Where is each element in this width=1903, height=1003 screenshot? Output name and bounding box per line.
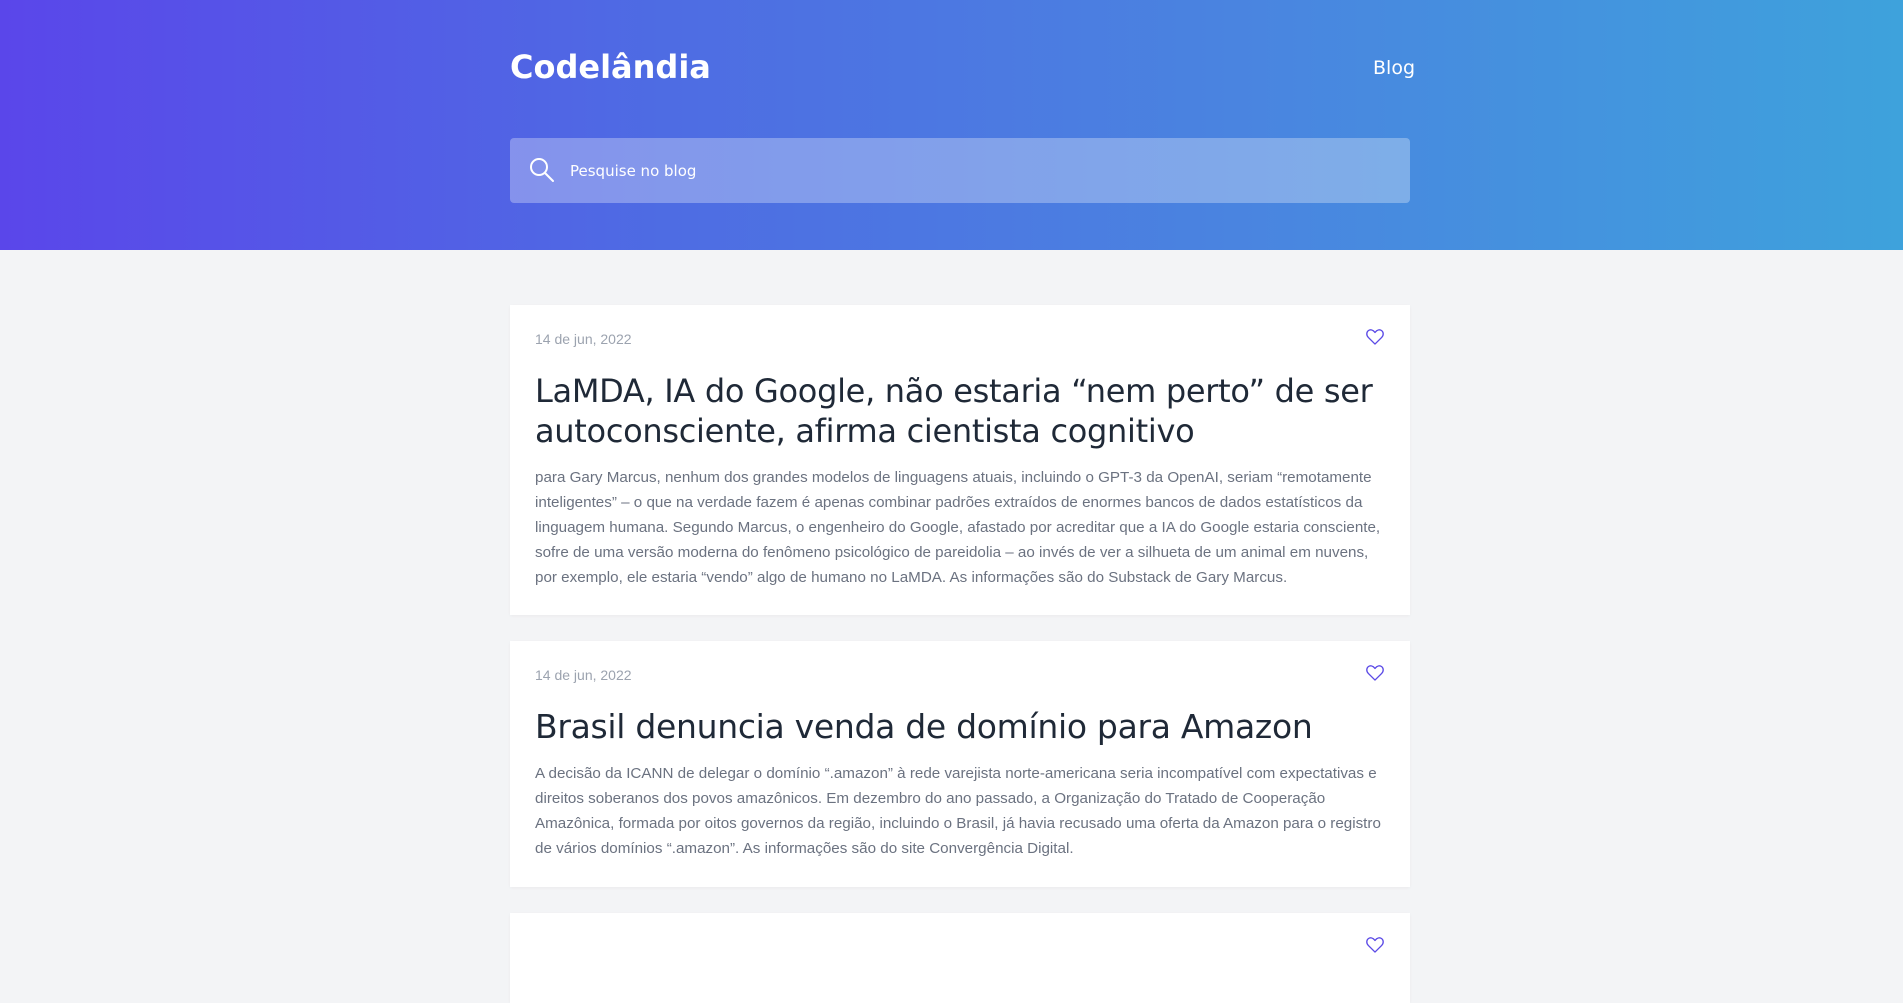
site-header: Codelândia Blog xyxy=(0,0,1903,250)
post-title[interactable]: Brasil denuncia venda de domínio para Am… xyxy=(535,707,1385,747)
post-card[interactable] xyxy=(510,913,1410,1003)
post-card[interactable]: 14 de jun, 2022 LaMDA, IA do Google, não… xyxy=(510,305,1410,615)
heart-outline-icon[interactable] xyxy=(1365,935,1385,955)
post-card[interactable]: 14 de jun, 2022 Brasil denuncia venda de… xyxy=(510,641,1410,887)
search-input[interactable] xyxy=(570,138,1390,203)
post-date: 14 de jun, 2022 xyxy=(535,667,632,683)
site-logo[interactable]: Codelândia xyxy=(510,48,711,86)
post-excerpt: para Gary Marcus, nenhum dos grandes mod… xyxy=(535,469,1381,586)
post-excerpt: A decisão da ICANN de delegar o domínio … xyxy=(535,765,1381,857)
nav-blog-link[interactable]: Blog xyxy=(1373,57,1415,79)
heart-outline-icon[interactable] xyxy=(1365,327,1385,347)
search-bar[interactable] xyxy=(510,138,1410,203)
heart-outline-icon[interactable] xyxy=(1365,663,1385,683)
post-date: 14 de jun, 2022 xyxy=(535,331,632,347)
post-title[interactable]: LaMDA, IA do Google, não estaria “nem pe… xyxy=(535,371,1385,451)
search-icon xyxy=(530,158,554,182)
